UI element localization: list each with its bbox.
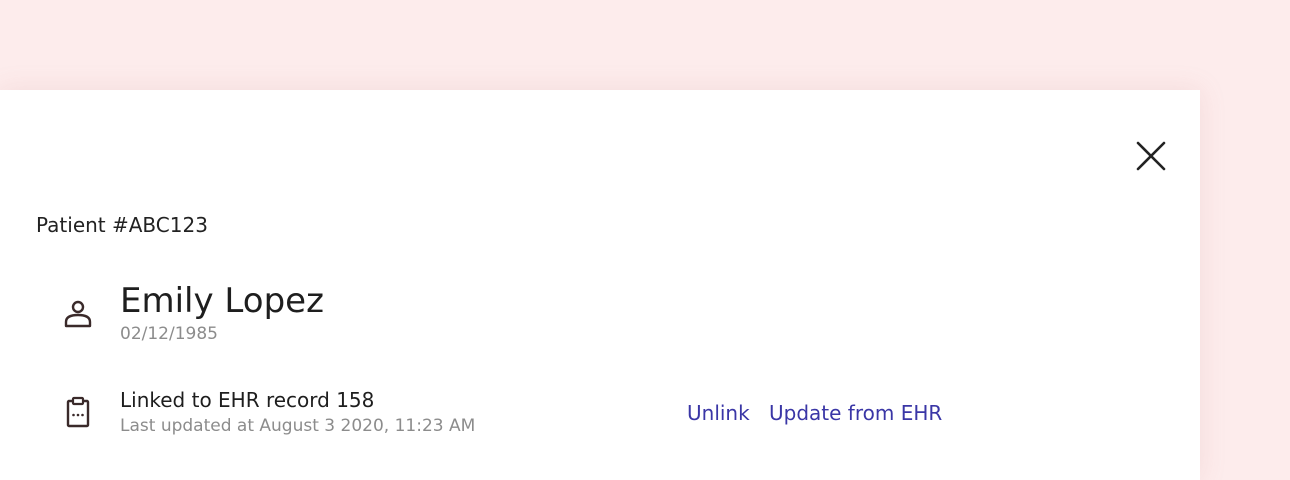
person-icon	[60, 296, 96, 332]
close-icon	[1136, 141, 1166, 171]
patient-panel: Patient #ABC123 Emily Lopez 02/12/1985 L…	[0, 90, 1200, 480]
patient-id-label: Patient #ABC123	[36, 213, 208, 237]
close-button[interactable]	[1131, 136, 1171, 176]
clipboard-icon	[60, 394, 96, 430]
ehr-last-updated: Last updated at August 3 2020, 11:23 AM	[120, 416, 476, 436]
patient-name: Emily Lopez	[120, 281, 324, 321]
unlink-button[interactable]: Unlink	[687, 401, 750, 425]
patient-dob: 02/12/1985	[120, 324, 218, 344]
ehr-link-status: Linked to EHR record 158	[120, 388, 375, 412]
update-from-ehr-button[interactable]: Update from EHR	[769, 401, 942, 425]
